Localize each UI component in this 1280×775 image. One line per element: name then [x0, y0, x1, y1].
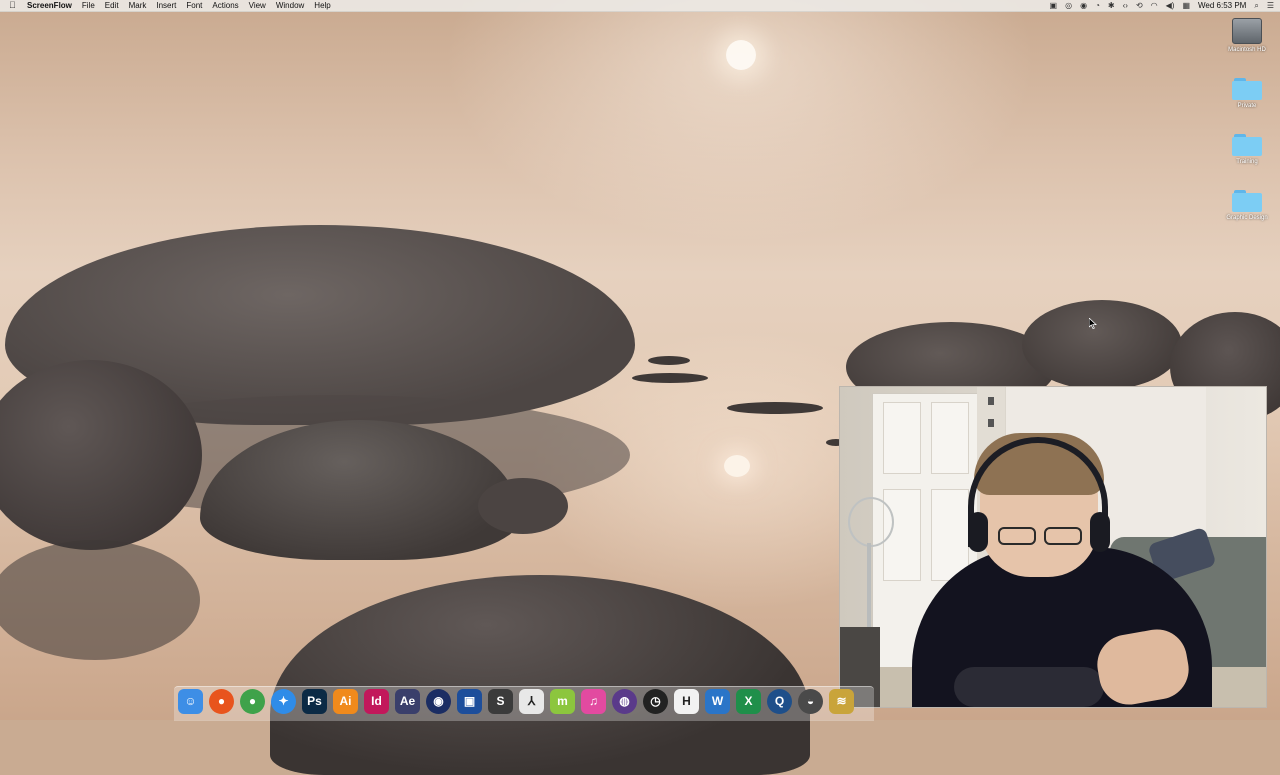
- desktop-icon-graphic-design[interactable]: Graphic Design: [1217, 190, 1277, 221]
- menu-insert[interactable]: Insert: [156, 0, 176, 11]
- rock-right-2: [1022, 300, 1182, 390]
- chrome-icon[interactable]: ●: [240, 688, 265, 714]
- rock-small-right: [478, 478, 568, 534]
- menu-clock[interactable]: Wed 6:53 PM: [1198, 0, 1246, 11]
- sync-icon[interactable]: ◎: [1065, 0, 1072, 11]
- desktop-icon-label: Training: [1236, 159, 1258, 165]
- after-effects-icon[interactable]: Ae: [395, 688, 420, 714]
- notification-center-icon[interactable]: ☰: [1267, 0, 1274, 11]
- stone-1: [648, 356, 690, 365]
- word-icon[interactable]: W: [705, 688, 730, 714]
- quicktime-icon[interactable]: Q: [767, 688, 792, 714]
- folder-icon: [1232, 134, 1262, 156]
- dock-items: ☺ ● ● ✦ Ps Ai Id Ae ◉ ▣ S ⅄ m ♫ ◍ ◷ H W X Q ◒ ≋: [178, 687, 854, 715]
- desktop-icon-private[interactable]: Private: [1217, 78, 1277, 109]
- status-area: ▣ ◎ ◉ ◔ ✱ ‹› ⟲ ◠ ◀) ▦ Wed 6:53 PM ⌕ ☰: [1050, 0, 1274, 11]
- timemachine-icon[interactable]: ⟲: [1136, 0, 1143, 11]
- bluetooth-icon[interactable]: ✱: [1108, 0, 1115, 11]
- code-icon[interactable]: ‹›: [1123, 0, 1128, 11]
- sequel-icon[interactable]: ◒: [798, 688, 823, 714]
- safari-icon[interactable]: ✦: [271, 688, 296, 714]
- desktop-icon-label: Graphic Design: [1226, 215, 1268, 221]
- screenflow-record-icon[interactable]: ▣: [1050, 0, 1058, 11]
- rock-bottom: [270, 575, 810, 775]
- clock-icon[interactable]: ◔: [1095, 0, 1100, 11]
- menu-file[interactable]: File: [82, 0, 95, 11]
- illustrator-icon[interactable]: Ai: [333, 688, 358, 714]
- screenflow-icon[interactable]: ▣: [457, 688, 482, 714]
- folder-icon: [1232, 78, 1262, 100]
- menu-font[interactable]: Font: [186, 0, 202, 11]
- finder-icon[interactable]: ☺: [178, 688, 203, 714]
- hemingway-icon[interactable]: H: [674, 688, 699, 714]
- mouse-cursor-icon: [1089, 318, 1097, 329]
- sun-reflection: [724, 455, 750, 477]
- glasses: [998, 527, 1086, 547]
- menu-view[interactable]: View: [249, 0, 266, 11]
- desktop-icon-label: Private: [1237, 103, 1257, 109]
- folder-icon: [1232, 190, 1262, 212]
- wifi-icon[interactable]: ◠: [1151, 0, 1158, 11]
- stone-2: [632, 373, 708, 383]
- menu-help[interactable]: Help: [314, 0, 330, 11]
- excel-icon[interactable]: X: [736, 688, 761, 714]
- sun: [726, 40, 756, 70]
- menu-edit[interactable]: Edit: [105, 0, 119, 11]
- indesign-icon[interactable]: Id: [364, 688, 389, 714]
- firefox-icon[interactable]: ●: [209, 688, 234, 714]
- itunes-icon[interactable]: ♫: [581, 688, 606, 714]
- menu-mark[interactable]: Mark: [129, 0, 147, 11]
- webcam-fan: [848, 497, 894, 547]
- keyboard-icon[interactable]: ▦: [1182, 0, 1190, 11]
- mindnode-icon[interactable]: m: [550, 688, 575, 714]
- desktop-icon-label: Macintosh HD: [1228, 47, 1266, 53]
- coins-icon[interactable]: ≋: [829, 688, 854, 714]
- github-icon[interactable]: ◍: [612, 688, 637, 714]
- menu-actions[interactable]: Actions: [212, 0, 238, 11]
- creative-cloud-icon[interactable]: ◉: [1080, 0, 1087, 11]
- sublime-text-icon[interactable]: S: [488, 688, 513, 714]
- stone-3: [727, 402, 823, 414]
- volume-icon[interactable]: ◀): [1166, 0, 1175, 11]
- menu-bar:  ScreenFlow File Edit Mark Insert Font …: [0, 0, 1280, 12]
- photoshop-icon[interactable]: Ps: [302, 688, 327, 714]
- hard-drive-icon: [1232, 18, 1262, 44]
- rock-left-reflection: [0, 540, 200, 660]
- menu-app-name[interactable]: ScreenFlow: [27, 0, 72, 11]
- cinema4d-icon[interactable]: ◉: [426, 688, 451, 714]
- desktop-icon-macintosh-hd[interactable]: Macintosh HD: [1217, 18, 1277, 53]
- desktop-icon-training[interactable]: Training: [1217, 134, 1277, 165]
- webcam-overlay: [839, 386, 1267, 708]
- menu-window[interactable]: Window: [276, 0, 304, 11]
- clock-app-icon[interactable]: ◷: [643, 688, 668, 714]
- spotlight-icon[interactable]: ⌕: [1254, 0, 1258, 11]
- acrobat-icon[interactable]: ⅄: [519, 688, 544, 714]
- apple-menu-icon[interactable]: : [9, 0, 19, 11]
